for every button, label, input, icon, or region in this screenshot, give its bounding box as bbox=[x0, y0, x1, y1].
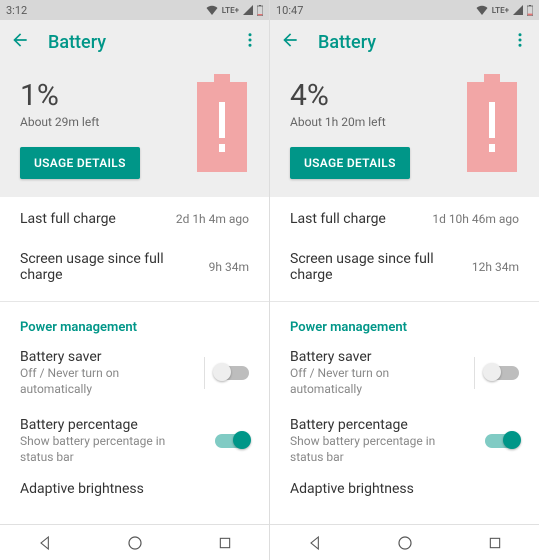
back-icon[interactable] bbox=[280, 30, 300, 54]
vertical-separator bbox=[474, 357, 475, 389]
back-icon[interactable] bbox=[10, 30, 30, 54]
row-label: Screen usage since full charge bbox=[290, 251, 464, 283]
setting-title: Battery saver bbox=[290, 349, 456, 365]
battery-percentage-toggle[interactable] bbox=[485, 434, 519, 448]
navigation-bar bbox=[0, 524, 269, 560]
row-label: Last full charge bbox=[20, 211, 168, 227]
clock-text: 3:12 bbox=[6, 4, 27, 17]
last-full-charge-row: Last full charge 2d 1h 4m ago bbox=[0, 199, 269, 239]
row-value: 12h 34m bbox=[472, 260, 519, 274]
network-label: LTE+ bbox=[222, 6, 239, 15]
network-label: LTE+ bbox=[492, 6, 509, 15]
last-full-charge-row: Last full charge 1d 10h 46m ago bbox=[270, 199, 539, 239]
battery-saver-row[interactable]: Battery saver Off / Never turn on automa… bbox=[0, 339, 269, 407]
page-title: Battery bbox=[318, 32, 511, 53]
screen-usage-row: Screen usage since full charge 12h 34m bbox=[270, 239, 539, 295]
screen-usage-row: Screen usage since full charge 9h 34m bbox=[0, 239, 269, 295]
setting-desc: Off / Never turn on automatically bbox=[20, 366, 186, 397]
row-label: Screen usage since full charge bbox=[20, 251, 201, 283]
nav-home-icon[interactable] bbox=[396, 534, 414, 552]
more-icon[interactable] bbox=[511, 31, 529, 53]
page-title: Battery bbox=[48, 32, 241, 53]
status-bar: 10:47 LTE+ bbox=[270, 0, 539, 20]
divider bbox=[270, 301, 539, 302]
app-bar: Battery bbox=[270, 20, 539, 64]
nav-recent-icon[interactable] bbox=[487, 535, 503, 551]
adaptive-brightness-row[interactable]: Adaptive brightness bbox=[270, 475, 539, 497]
usage-details-button[interactable]: USAGE DETAILS bbox=[20, 147, 140, 179]
signal-icon bbox=[513, 5, 523, 15]
wifi-icon bbox=[476, 5, 488, 15]
app-bar: Battery bbox=[0, 20, 269, 64]
battery-hero: 1% About 29m left USAGE DETAILS bbox=[0, 64, 269, 197]
nav-back-icon[interactable] bbox=[37, 535, 53, 551]
power-management-header: Power management bbox=[0, 306, 269, 339]
content-area: Last full charge 2d 1h 4m ago Screen usa… bbox=[0, 197, 269, 524]
setting-title: Battery percentage bbox=[290, 417, 477, 433]
power-management-header: Power management bbox=[270, 306, 539, 339]
usage-details-button[interactable]: USAGE DETAILS bbox=[290, 147, 410, 179]
battery-saver-row[interactable]: Battery saver Off / Never turn on automa… bbox=[270, 339, 539, 407]
battery-saver-toggle[interactable] bbox=[215, 366, 249, 380]
wifi-icon bbox=[206, 5, 218, 15]
signal-icon bbox=[243, 5, 253, 15]
content-area: Last full charge 1d 10h 46m ago Screen u… bbox=[270, 197, 539, 524]
vertical-separator bbox=[204, 357, 205, 389]
setting-title: Battery percentage bbox=[20, 417, 207, 433]
navigation-bar bbox=[270, 524, 539, 560]
row-label: Last full charge bbox=[290, 211, 424, 227]
more-icon[interactable] bbox=[241, 31, 259, 53]
row-value: 9h 34m bbox=[209, 260, 249, 274]
nav-back-icon[interactable] bbox=[307, 535, 323, 551]
status-bar: 3:12 LTE+ bbox=[0, 0, 269, 20]
divider bbox=[0, 301, 269, 302]
setting-desc: Off / Never turn on automatically bbox=[290, 366, 456, 397]
battery-alert-icon bbox=[197, 74, 247, 176]
battery-percentage-row[interactable]: Battery percentage Show battery percenta… bbox=[0, 407, 269, 475]
row-value: 1d 10h 46m ago bbox=[432, 212, 519, 226]
clock-text: 10:47 bbox=[276, 4, 303, 17]
battery-alert-icon bbox=[467, 74, 517, 176]
row-value: 2d 1h 4m ago bbox=[176, 212, 249, 226]
setting-desc: Show battery percentage in status bar bbox=[20, 434, 190, 465]
battery-hero: 4% About 1h 20m left USAGE DETAILS bbox=[270, 64, 539, 197]
adaptive-brightness-row[interactable]: Adaptive brightness bbox=[0, 475, 269, 497]
phone-left: 3:12 LTE+ Battery bbox=[0, 0, 269, 560]
battery-status-icon bbox=[257, 5, 263, 16]
battery-saver-toggle[interactable] bbox=[485, 366, 519, 380]
battery-percentage-row[interactable]: Battery percentage Show battery percenta… bbox=[270, 407, 539, 475]
nav-home-icon[interactable] bbox=[126, 534, 144, 552]
setting-title: Battery saver bbox=[20, 349, 186, 365]
nav-recent-icon[interactable] bbox=[217, 535, 233, 551]
phone-right: 10:47 LTE+ Battery bbox=[270, 0, 539, 560]
setting-desc: Show battery percentage in status bar bbox=[290, 434, 460, 465]
battery-percentage-toggle[interactable] bbox=[215, 434, 249, 448]
battery-status-icon bbox=[527, 5, 533, 16]
